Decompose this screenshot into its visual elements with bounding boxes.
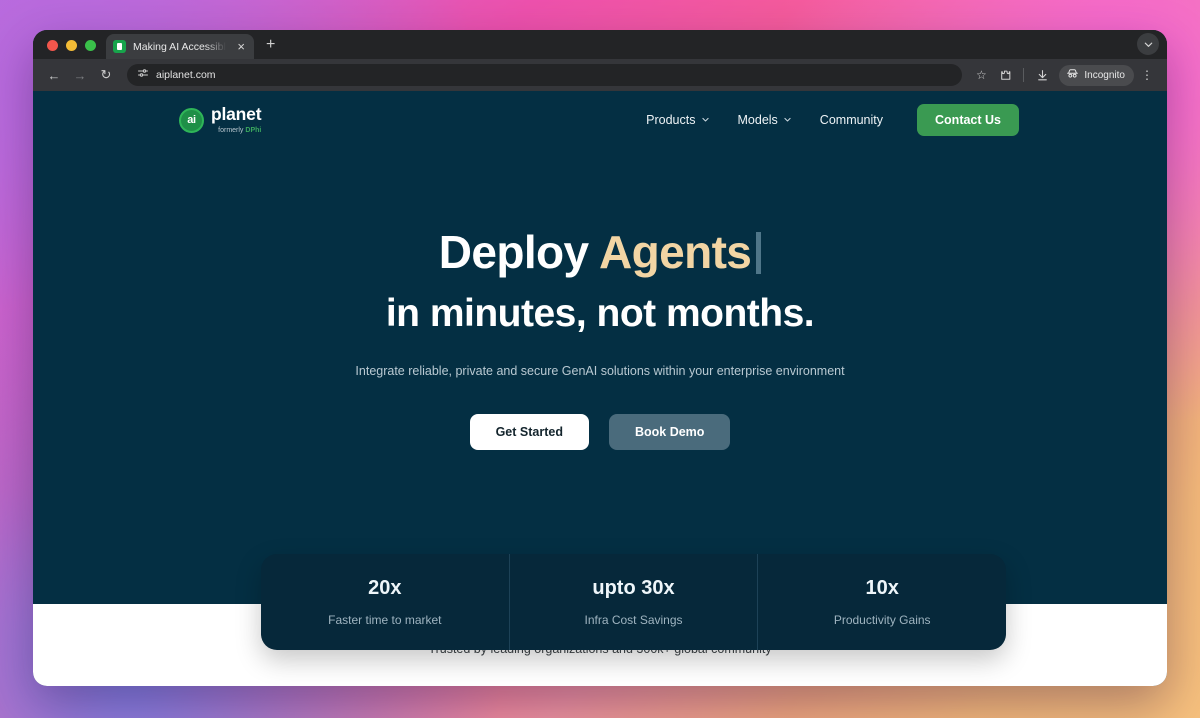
site-logo[interactable]: ai planet formerly DPhi <box>179 104 262 134</box>
site-header: ai planet formerly DPhi Products Models … <box>33 91 1167 149</box>
incognito-hat-icon <box>1066 67 1079 83</box>
logo-subtitle: formerly DPhi <box>218 127 261 134</box>
stat-label: Productivity Gains <box>833 613 931 627</box>
stat-item: upto 30x Infra Cost Savings <box>508 554 758 650</box>
logo-subtitle-prefix: formerly <box>218 126 246 134</box>
nav-item-community-label: Community <box>819 113 884 127</box>
logo-badge-icon: ai <box>179 107 204 133</box>
tab-close-icon[interactable]: × <box>235 40 247 53</box>
browser-tab-strip: Making AI Accessible for All | × + <box>33 30 1167 59</box>
stat-item: 20x Faster time to market <box>261 554 509 650</box>
nav-item-models-label: Models <box>737 113 778 127</box>
stat-value: 20x <box>368 577 402 599</box>
bookmark-star-icon[interactable]: ☆ <box>970 64 992 86</box>
incognito-label: Incognito <box>1084 69 1125 81</box>
get-started-button[interactable]: Get Started <box>469 414 589 451</box>
tab-title: Making AI Accessible for All | <box>133 40 229 53</box>
back-button[interactable]: ← <box>42 63 66 87</box>
maximize-window-button[interactable] <box>85 40 96 51</box>
stats-card: 20x Faster time to market upto 30x Infra… <box>261 554 1006 650</box>
window-controls <box>41 40 106 59</box>
extensions-puzzle-icon[interactable] <box>994 64 1016 86</box>
hero-headline-line1: Deploy Agents <box>33 228 1167 276</box>
stat-value: 10x <box>865 577 899 599</box>
download-icon[interactable] <box>1031 64 1053 86</box>
nav-item-products-label: Products <box>646 113 696 127</box>
tab-favicon-icon <box>113 40 126 53</box>
new-tab-button[interactable]: + <box>254 37 285 59</box>
minimize-window-button[interactable] <box>66 40 77 51</box>
toolbar-divider <box>1023 68 1025 82</box>
hero-section: ai planet formerly DPhi Products Models … <box>33 91 1167 604</box>
tab-list-chevron-down-icon[interactable] <box>1137 33 1159 55</box>
forward-button[interactable]: → <box>68 63 92 87</box>
stat-value: upto 30x <box>592 577 675 599</box>
nav-item-products[interactable]: Products <box>646 113 709 127</box>
hero-headline-accent: Agents <box>598 226 752 278</box>
browser-tab[interactable]: Making AI Accessible for All | × <box>106 34 254 59</box>
contact-us-button[interactable]: Contact Us <box>917 104 1019 136</box>
incognito-badge[interactable]: Incognito <box>1059 64 1134 86</box>
logo-name: planet <box>211 104 262 125</box>
book-demo-button[interactable]: Book Demo <box>608 414 731 451</box>
hero-headline-plain: Deploy <box>438 226 589 278</box>
browser-menu-icon[interactable]: ⋮ <box>1136 64 1158 86</box>
chevron-down-icon <box>701 115 710 126</box>
typing-cursor-icon <box>756 232 762 274</box>
stat-label: Infra Cost Savings <box>584 613 683 627</box>
logo-badge-text: ai <box>187 114 196 126</box>
logo-subtitle-brand: DPhi <box>245 126 262 134</box>
hero-subtitle: Integrate reliable, private and secure G… <box>355 364 845 379</box>
tune-icon[interactable] <box>137 66 149 84</box>
browser-window: Making AI Accessible for All | × + ← → ↻… <box>33 30 1167 686</box>
close-window-button[interactable] <box>47 40 58 51</box>
page-viewport: ai planet formerly DPhi Products Models … <box>33 91 1167 686</box>
address-bar-url: aiplanet.com <box>156 69 216 81</box>
reload-button[interactable]: ↻ <box>94 63 118 87</box>
stat-label: Faster time to market <box>328 613 442 627</box>
chevron-down-icon <box>783 115 792 126</box>
nav-item-models[interactable]: Models <box>738 113 792 127</box>
logo-wordmark: planet formerly DPhi <box>211 104 262 134</box>
primary-navigation: Products Models Community Contact Us <box>646 104 1019 136</box>
address-bar[interactable]: aiplanet.com <box>127 64 963 86</box>
hero-content: Deploy Agents in minutes, not months. In… <box>33 149 1167 451</box>
stat-item: 10x Productivity Gains <box>757 554 1006 650</box>
hero-headline-line2: in minutes, not months. <box>385 292 815 336</box>
browser-toolbar: ← → ↻ aiplanet.com ☆ Incognito ⋮ <box>33 59 1167 91</box>
hero-button-row: Get Started Book Demo <box>33 414 1167 451</box>
nav-item-community[interactable]: Community <box>820 113 883 127</box>
